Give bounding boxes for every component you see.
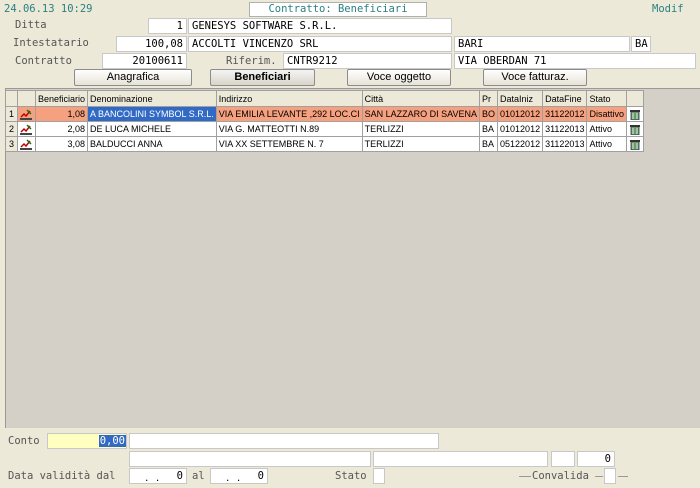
- grid-header-action: [625, 90, 644, 107]
- recycle-bin-icon[interactable]: [625, 121, 644, 137]
- recycle-bin-icon[interactable]: [625, 106, 644, 122]
- ditta-label: Ditta: [15, 19, 47, 31]
- tab-beneficiari[interactable]: Beneficiari: [210, 69, 315, 86]
- convalida-label: Convalida: [532, 470, 589, 482]
- cell-citta: SAN LAZZARO DI SAVENA: [361, 106, 481, 122]
- al-date: . .: [225, 474, 242, 484]
- cell-pr: BO: [479, 106, 499, 122]
- cell-stato: Attivo: [586, 136, 627, 152]
- footer-field-3: [551, 451, 575, 467]
- conto-description-field: [129, 433, 439, 449]
- contratto-code-field[interactable]: 20100611: [102, 53, 187, 69]
- intestatario-city-field: BARI: [454, 36, 630, 52]
- cell-pr: BA: [479, 121, 499, 137]
- pencil-chart-icon[interactable]: [17, 106, 36, 122]
- pencil-chart-icon[interactable]: [17, 121, 36, 137]
- cell-denominazione[interactable]: A BANCOLINI SYMBOL S.R.L.: [87, 106, 217, 122]
- cell-indirizzo: VIA XX SETTEMBRE N. 7: [215, 136, 363, 152]
- col-beneficiario[interactable]: Beneficiario: [34, 90, 89, 107]
- cell-data-fine: 31122013: [542, 136, 588, 152]
- convalida-divider: [618, 476, 628, 477]
- grid-header-edit: [17, 90, 36, 107]
- ditta-name-field: GENESYS SOFTWARE S.R.L.: [188, 18, 452, 34]
- riferim-field[interactable]: CNTR9212: [283, 53, 452, 69]
- intestatario-label: Intestatario: [13, 37, 89, 49]
- conto-value: 0,00: [98, 435, 126, 447]
- al-number: 0: [257, 470, 264, 482]
- intestatario-code-field[interactable]: 100,08: [116, 36, 187, 52]
- convalida-field[interactable]: [604, 468, 616, 484]
- al-field[interactable]: . . 0: [210, 468, 268, 484]
- cell-data-fine: 31122012: [542, 106, 588, 122]
- cell-denominazione[interactable]: DE LUCA MICHELE: [87, 121, 217, 137]
- data-validita-label: Data validità dal: [8, 470, 116, 482]
- pencil-chart-icon[interactable]: [17, 136, 36, 152]
- stato-label: Stato: [335, 470, 367, 482]
- dal-number: 0: [176, 470, 183, 482]
- tab-anagrafica[interactable]: Anagrafica: [74, 69, 192, 86]
- beneficiari-grid: Beneficiario Denominazione Indirizzo Cit…: [5, 90, 644, 152]
- cell-pr: BA: [479, 136, 499, 152]
- table-row[interactable]: 2 2,08 DE LUCA MICHELE VIA G. MATTEOTTI …: [5, 121, 644, 137]
- footer-small-number: 0: [577, 451, 615, 467]
- window-title: Contratto: Beneficiari: [249, 2, 427, 17]
- row-number: 1: [5, 106, 18, 122]
- cell-data-iniz: 01012012: [497, 121, 544, 137]
- address-field: VIA OBERDAN 71: [454, 53, 696, 69]
- mode-indicator: Modif: [652, 3, 684, 15]
- dal-date: . .: [144, 474, 161, 484]
- cell-citta: TERLIZZI: [361, 136, 481, 152]
- col-citta[interactable]: Città: [361, 90, 481, 107]
- col-denominazione[interactable]: Denominazione: [87, 90, 217, 107]
- conto-label: Conto: [8, 435, 40, 447]
- cell-data-iniz: 01012012: [497, 106, 544, 122]
- al-label: al: [192, 470, 205, 482]
- footer-field-1: [129, 451, 371, 467]
- intestatario-prov-field: BA: [631, 36, 651, 52]
- table-row[interactable]: 3 3,08 BALDUCCI ANNA VIA XX SETTEMBRE N.…: [5, 136, 644, 152]
- col-stato[interactable]: Stato: [586, 90, 627, 107]
- cell-stato: Disattivo: [586, 106, 627, 122]
- footer-field-2: [373, 451, 548, 467]
- col-pr[interactable]: Pr: [479, 90, 499, 107]
- table-row[interactable]: 1 1,08 A BANCOLINI SYMBOL S.R.L. VIA EMI…: [5, 106, 644, 122]
- recycle-bin-icon[interactable]: [625, 136, 644, 152]
- datetime: 24.06.13 10:29: [4, 3, 93, 15]
- convalida-divider: [519, 476, 531, 477]
- ditta-code-field[interactable]: 1: [148, 18, 187, 34]
- cell-data-fine: 31122013: [542, 121, 588, 137]
- cell-stato: Attivo: [586, 121, 627, 137]
- cell-indirizzo: VIA EMILIA LEVANTE ,292 LOC.CI: [215, 106, 363, 122]
- conto-field[interactable]: 0,00: [47, 433, 127, 449]
- cell-indirizzo: VIA G. MATTEOTTI N.89: [215, 121, 363, 137]
- dal-field[interactable]: . . 0: [129, 468, 187, 484]
- col-data-iniz[interactable]: DataIniz: [497, 90, 544, 107]
- cell-citta: TERLIZZI: [361, 121, 481, 137]
- grid-header-row: Beneficiario Denominazione Indirizzo Cit…: [5, 90, 644, 107]
- tab-voce-oggetto[interactable]: Voce oggetto: [347, 69, 451, 86]
- convalida-divider: [595, 476, 603, 477]
- grid-header-rownum: [5, 90, 18, 107]
- tab-voce-fatturaz[interactable]: Voce fatturaz.: [483, 69, 587, 86]
- cell-beneficiario: 2,08: [34, 121, 89, 137]
- riferim-label: Riferim.: [226, 55, 277, 67]
- contratto-label: Contratto: [15, 55, 72, 67]
- cell-data-iniz: 05122012: [497, 136, 544, 152]
- cell-beneficiario: 3,08: [34, 136, 89, 152]
- stato-field[interactable]: [373, 468, 385, 484]
- col-data-fine[interactable]: DataFine: [542, 90, 588, 107]
- cell-beneficiario: 1,08: [34, 106, 89, 122]
- row-number: 3: [5, 136, 18, 152]
- intestatario-name-field: ACCOLTI VINCENZO SRL: [188, 36, 452, 52]
- col-indirizzo[interactable]: Indirizzo: [215, 90, 363, 107]
- row-number: 2: [5, 121, 18, 137]
- cell-denominazione[interactable]: BALDUCCI ANNA: [87, 136, 217, 152]
